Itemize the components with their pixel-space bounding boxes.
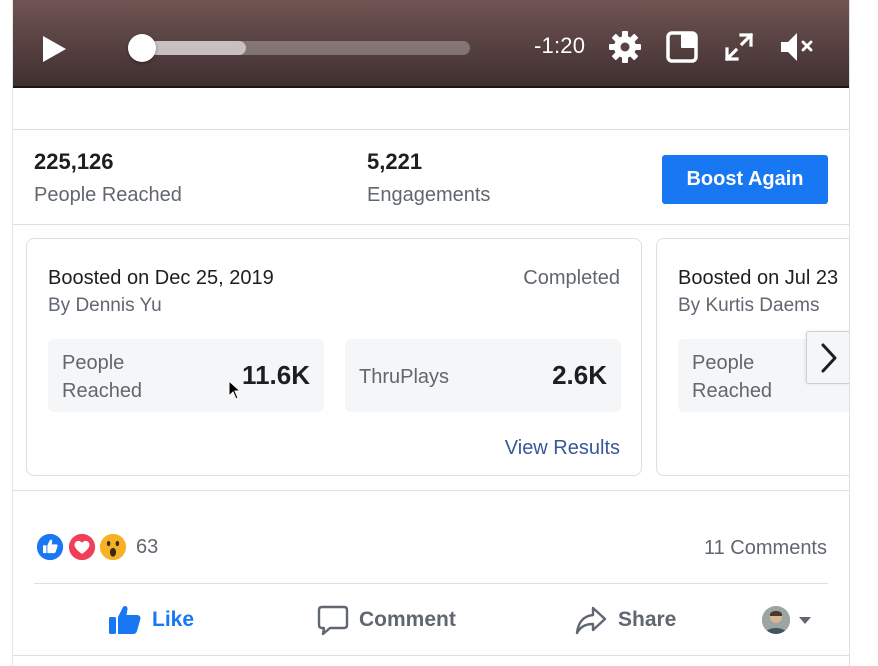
play-icon[interactable]: [39, 33, 69, 65]
boost-history-carousel: Boosted on Dec 25, 2019 By Dennis Yu Com…: [13, 224, 850, 490]
boost-card: Boosted on Dec 25, 2019 By Dennis Yu Com…: [26, 238, 642, 476]
thumbs-up-icon: [109, 605, 141, 634]
right-gutter: [849, 0, 878, 666]
left-gutter: [0, 0, 12, 666]
caret-down-icon: [799, 617, 811, 624]
metric-label: Reached: [692, 380, 773, 402]
share-label: Share: [618, 608, 677, 631]
metric-label: People: [62, 352, 125, 374]
metric-thruplays: ThruPlays 2.6K: [345, 339, 621, 412]
reaction-count: 63: [136, 536, 159, 558]
like-label: Like: [152, 608, 195, 631]
share-icon: [575, 606, 607, 635]
mute-icon[interactable]: [777, 29, 819, 65]
love-icon: [66, 531, 98, 563]
comment-icon: [317, 605, 349, 636]
comment-button[interactable]: Comment: [317, 600, 456, 640]
video-scrubber[interactable]: [128, 34, 470, 62]
boost-card-author: By Dennis Yu: [48, 295, 162, 316]
fullscreen-icon[interactable]: [721, 29, 757, 65]
metric-value: 11.6K: [242, 360, 310, 390]
scrubber-handle[interactable]: [128, 34, 156, 62]
metric-label: People: [692, 352, 755, 374]
share-button[interactable]: Share: [574, 600, 676, 640]
divider: [13, 655, 850, 656]
video-player[interactable]: -1:20: [13, 0, 850, 88]
boost-card-title: Boosted on Dec 25, 2019: [48, 267, 274, 289]
metric-people-reached: People Reached 11.6K: [48, 339, 324, 412]
like-icon: [34, 531, 66, 563]
gear-icon[interactable]: [607, 29, 643, 65]
picture-in-picture-icon[interactable]: [665, 29, 701, 65]
comment-label: Comment: [359, 608, 456, 631]
chevron-right-icon: [821, 343, 836, 372]
metric-label: Reached: [62, 380, 143, 402]
carousel-next-button[interactable]: [806, 331, 850, 384]
metric-value: 2.6K: [552, 360, 607, 390]
comments-count[interactable]: 11 Comments: [704, 537, 827, 560]
engagements-value: 5,221: [367, 149, 423, 174]
boost-again-button[interactable]: Boost Again: [662, 155, 828, 204]
view-results-link[interactable]: View Results: [505, 437, 620, 460]
post-card: -1:20 225,126 People Reached 5,221 Engag…: [12, 0, 850, 666]
like-button[interactable]: Like: [108, 600, 194, 640]
post-as-selector[interactable]: [762, 606, 818, 636]
metric-label: ThruPlays: [359, 366, 450, 388]
boost-status: Completed: [523, 267, 620, 289]
engagements-label: Engagements: [367, 184, 491, 206]
boost-card-title: Boosted on Jul 23: [678, 267, 839, 289]
boost-card-author: By Kurtis Daems: [678, 295, 820, 316]
divider: [13, 129, 850, 130]
profile-photo-icon: [762, 606, 790, 634]
divider: [13, 490, 850, 491]
avatar: [762, 606, 790, 634]
mouse-cursor-icon: [228, 380, 242, 400]
divider: [34, 583, 828, 584]
people-reached-value: 225,126: [34, 149, 114, 174]
time-remaining: -1:20: [534, 33, 586, 58]
people-reached-label: People Reached: [34, 184, 182, 206]
wow-icon: [97, 531, 129, 563]
